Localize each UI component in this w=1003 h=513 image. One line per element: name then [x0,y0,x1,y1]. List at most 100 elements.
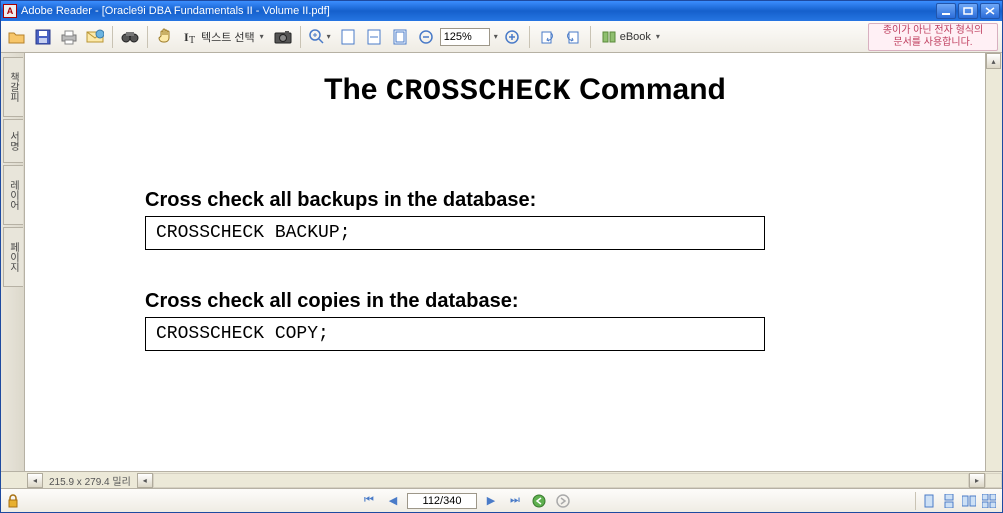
actual-size-button[interactable] [388,25,412,49]
horizontal-scroll-row: ◂ 215.9 x 279.4 밀리 ◂ ▸ [1,471,1002,488]
snapshot-button[interactable] [271,25,295,49]
titlebar: A Adobe Reader - [Oracle9i DBA Fundament… [1,1,1002,21]
nav-separator [915,492,916,510]
toolbar: IT 텍스트 선택 ▾ ▾ ▾ eBook ▾ 종이가 아닌 전자 형식의 문서… [1,21,1002,53]
facing-view-button[interactable] [960,492,978,510]
title-post: Command [571,73,726,106]
select-text-label: 텍스트 선택 [201,29,255,45]
document-viewport: The CROSSCHECK Command Cross check all b… [25,53,1002,488]
first-page-button[interactable]: ⏮ [359,492,379,510]
select-text-button[interactable]: IT 텍스트 선택 ▾ [179,25,269,49]
fit-width-button[interactable] [362,25,386,49]
window-title: Adobe Reader - [Oracle9i DBA Fundamental… [21,5,330,17]
scroll-up-button[interactable]: ▴ [986,53,1001,69]
search-button[interactable] [118,25,142,49]
ebook-label: eBook [620,31,651,43]
plus-circle-icon [505,30,519,44]
side-tab-layers[interactable]: 레이어 [3,165,23,225]
scroll-corner [985,473,1002,488]
toolbar-separator [300,26,301,48]
back-circle-icon [532,494,546,508]
app-icon: A [3,4,17,18]
page-number-input[interactable] [407,493,477,509]
page-width-icon [367,29,381,45]
open-button[interactable] [5,25,29,49]
zoom-out-button[interactable] [414,25,438,49]
toolbar-separator [112,26,113,48]
single-page-icon [923,494,935,508]
zoom-in-button[interactable]: ▾ [306,25,334,49]
chevron-down-icon: ▾ [327,32,331,41]
toolbar-separator [529,26,530,48]
camera-icon [274,29,292,45]
side-tab-bookmarks[interactable]: 책갈피 [3,57,23,117]
zoom-input[interactable] [440,28,490,46]
facing-icon [962,494,976,508]
book-icon [601,30,617,44]
notice-line2: 문서를 사용합니다. [871,37,995,49]
minimize-button[interactable] [936,3,956,19]
rotate-ccw-icon [539,29,555,45]
close-button[interactable] [980,3,1000,19]
code-block: CROSSCHECK COPY; [145,317,765,351]
minus-circle-icon [419,30,433,44]
side-tab-pages[interactable]: 페이지 [3,227,23,287]
ebook-button[interactable]: eBook ▾ [596,25,665,49]
last-page-button[interactable]: ⏭ [505,492,525,510]
continuous-icon [943,494,955,508]
save-button[interactable] [31,25,55,49]
title-mono: CROSSCHECK [386,75,571,109]
lock-icon [5,493,21,509]
envelope-icon [86,29,104,45]
title-pre: The [324,73,386,106]
vertical-scrollbar[interactable]: ▴ ▾ [985,53,1002,488]
maximize-icon [963,7,973,15]
forward-button[interactable] [553,492,573,510]
rotate-cw-icon [565,29,581,45]
printer-icon [60,29,78,45]
hand-icon [156,28,174,46]
hscroll-track[interactable] [153,473,969,488]
zoom-in-icon [309,29,325,45]
toolbar-notice: 종이가 아닌 전자 형식의 문서를 사용합니다. [868,23,998,51]
continuous-facing-icon [982,494,996,508]
close-icon [985,7,995,15]
side-panel: 책갈피 서명 레이어 페이지 [1,53,25,488]
toolbar-separator [147,26,148,48]
email-button[interactable] [83,25,107,49]
main-area: 책갈피 서명 레이어 페이지 The CROSSCHECK Command Cr… [1,53,1002,488]
minimize-icon [941,7,951,15]
next-page-button[interactable]: ▶ [481,492,501,510]
code-block: CROSSCHECK BACKUP; [145,216,765,250]
notice-line1: 종이가 아닌 전자 형식의 [871,25,995,37]
floppy-icon [35,29,51,45]
hand-tool-button[interactable] [153,25,177,49]
back-button[interactable] [529,492,549,510]
scroll-right-button[interactable]: ▸ [969,473,985,488]
document-page[interactable]: The CROSSCHECK Command Cross check all b… [25,53,985,488]
text-select-icon: IT [184,29,198,45]
prev-page-button[interactable]: ◀ [383,492,403,510]
continuous-view-button[interactable] [940,492,958,510]
side-tab-signatures[interactable]: 서명 [3,119,23,163]
rotate-cw-button[interactable] [561,25,585,49]
single-page-view-button[interactable] [920,492,938,510]
forward-circle-icon [556,494,570,508]
print-button[interactable] [57,25,81,49]
fit-page-button[interactable] [336,25,360,49]
page-icon [341,29,355,45]
continuous-facing-view-button[interactable] [980,492,998,510]
rotate-ccw-button[interactable] [535,25,559,49]
zoom-in-plus-button[interactable] [500,25,524,49]
maximize-button[interactable] [958,3,978,19]
toolbar-separator [590,26,591,48]
scroll-left-button-2[interactable]: ◂ [137,473,153,488]
section-heading: Cross check all backups in the database: [145,189,905,212]
chevron-down-icon: ▾ [656,32,660,41]
chevron-down-icon: ▾ [260,32,264,41]
folder-open-icon [8,29,26,45]
scroll-left-button[interactable]: ◂ [27,473,43,488]
navigation-bar: ⏮ ◀ ▶ ⏭ [1,488,1002,512]
chevron-down-icon[interactable]: ▾ [494,32,498,41]
page-dimensions: 215.9 x 279.4 밀리 [43,473,137,488]
